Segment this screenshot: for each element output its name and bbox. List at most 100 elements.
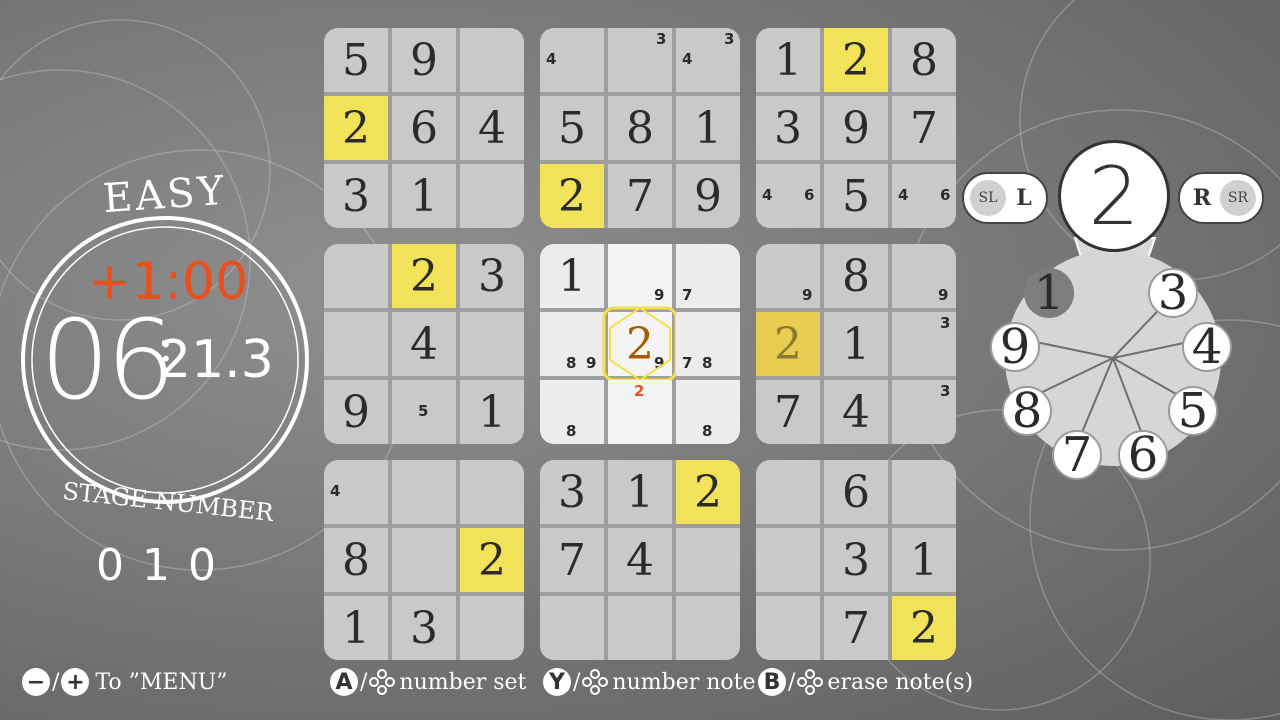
sudoku-cell[interactable] <box>460 460 524 524</box>
wheel-number-4[interactable]: 4 <box>1182 319 1232 375</box>
sudoku-cell[interactable]: 3 <box>892 312 956 376</box>
cell-value: 1 <box>626 466 654 518</box>
sudoku-cell[interactable] <box>676 528 740 592</box>
sudoku-cell[interactable] <box>392 460 456 524</box>
sudoku-cell[interactable] <box>540 596 604 660</box>
sudoku-cell[interactable] <box>460 596 524 660</box>
sudoku-cell[interactable]: 1 <box>540 244 604 308</box>
sudoku-cell[interactable]: 6 <box>824 460 888 524</box>
wheel-number-7[interactable]: 7 <box>1052 427 1102 483</box>
sudoku-cell[interactable] <box>756 460 820 524</box>
sudoku-cell[interactable]: 3 <box>392 596 456 660</box>
sudoku-cell[interactable]: 9 <box>824 96 888 160</box>
sudoku-cell[interactable]: 7 <box>608 164 672 228</box>
sudoku-cell[interactable]: 2 <box>756 312 820 376</box>
sudoku-cell[interactable]: 4 <box>824 380 888 444</box>
wheel-number-9[interactable]: 9 <box>990 319 1040 375</box>
sudoku-cell[interactable]: 7 <box>756 380 820 444</box>
number-note-hint[interactable]: Y / number note <box>543 662 756 702</box>
sudoku-cell[interactable]: 8 <box>540 380 604 444</box>
sudoku-cell[interactable]: 8 <box>676 380 740 444</box>
sudoku-cell[interactable]: 5 <box>324 28 388 92</box>
sudoku-cell[interactable]: 2 <box>392 244 456 308</box>
sudoku-cell[interactable]: 2 <box>676 460 740 524</box>
wheel-number-3[interactable]: 3 <box>1148 265 1198 321</box>
sudoku-cell[interactable]: 9 <box>324 380 388 444</box>
sudoku-cell[interactable]: 3 <box>824 528 888 592</box>
sudoku-cell[interactable]: 3 <box>540 460 604 524</box>
cell-note: 6 <box>940 186 951 204</box>
sudoku-cell[interactable]: 2 <box>324 96 388 160</box>
sudoku-cell[interactable]: 5 <box>392 380 456 444</box>
wheel-number-6[interactable]: 6 <box>1118 427 1168 483</box>
r-button[interactable]: R SR <box>1178 172 1264 224</box>
sudoku-cell[interactable]: 4 <box>540 28 604 92</box>
selected-number[interactable]: 2 <box>1058 140 1170 252</box>
sudoku-cell[interactable]: 1 <box>608 460 672 524</box>
sudoku-cell[interactable]: 8 <box>608 96 672 160</box>
sudoku-cell[interactable]: 7 <box>676 244 740 308</box>
wheel-number-1[interactable]: 1 <box>1024 265 1074 321</box>
sudoku-cell[interactable]: 2 <box>460 528 524 592</box>
sudoku-cell[interactable] <box>608 596 672 660</box>
sudoku-cell[interactable]: 1 <box>460 380 524 444</box>
sudoku-cell[interactable]: 5 <box>540 96 604 160</box>
selected-cell[interactable]: 29 <box>602 306 678 382</box>
sudoku-cell[interactable] <box>324 244 388 308</box>
sudoku-cell[interactable]: 3 <box>460 244 524 308</box>
sudoku-cell[interactable]: 3 <box>892 380 956 444</box>
sudoku-cell[interactable]: 1 <box>392 164 456 228</box>
sudoku-cell[interactable] <box>676 596 740 660</box>
sudoku-cell[interactable]: 3 <box>756 96 820 160</box>
sudoku-cell[interactable]: 89 <box>540 312 604 376</box>
sudoku-cell[interactable]: 7 <box>540 528 604 592</box>
sudoku-cell[interactable] <box>460 28 524 92</box>
sudoku-cell[interactable]: 9 <box>756 244 820 308</box>
sudoku-cell[interactable]: 1 <box>324 596 388 660</box>
sudoku-cell[interactable]: 4 <box>392 312 456 376</box>
sudoku-cell[interactable]: 3 <box>608 28 672 92</box>
sudoku-cell[interactable]: 1 <box>676 96 740 160</box>
sudoku-cell[interactable] <box>756 528 820 592</box>
sudoku-cell[interactable] <box>892 460 956 524</box>
menu-hint[interactable]: − / + To ”MENU” <box>22 662 228 702</box>
sudoku-cell[interactable]: 2 <box>892 596 956 660</box>
erase-hint[interactable]: B / erase note(s) <box>758 662 973 702</box>
sudoku-cell[interactable]: 5 <box>824 164 888 228</box>
sudoku-cell[interactable] <box>460 312 524 376</box>
sudoku-cell[interactable]: 2 <box>540 164 604 228</box>
sudoku-cell[interactable]: 6 <box>392 96 456 160</box>
sudoku-cell[interactable]: 4 <box>324 460 388 524</box>
sudoku-cell[interactable] <box>392 528 456 592</box>
sudoku-cell[interactable]: 1 <box>892 528 956 592</box>
sudoku-cell[interactable]: 7 <box>892 96 956 160</box>
sudoku-cell[interactable]: 8 <box>824 244 888 308</box>
sudoku-cell[interactable]: 4 <box>460 96 524 160</box>
sudoku-cell[interactable]: 7 <box>824 596 888 660</box>
wheel-number-8[interactable]: 8 <box>1002 383 1052 439</box>
wheel-number-5[interactable]: 5 <box>1168 383 1218 439</box>
sudoku-cell[interactable] <box>756 596 820 660</box>
sudoku-cell[interactable]: 46 <box>756 164 820 228</box>
sudoku-cell[interactable]: 9 <box>392 28 456 92</box>
sudoku-cell[interactable]: 46 <box>892 164 956 228</box>
cell-value: 6 <box>842 466 870 518</box>
sudoku-cell[interactable]: 2 <box>608 380 672 444</box>
cell-note: 2 <box>634 382 645 400</box>
sudoku-cell[interactable]: 9 <box>608 244 672 308</box>
sudoku-cell[interactable]: 78 <box>676 312 740 376</box>
sudoku-cell[interactable]: 9 <box>892 244 956 308</box>
sudoku-cell[interactable] <box>324 312 388 376</box>
sudoku-cell[interactable]: 43 <box>676 28 740 92</box>
sudoku-cell[interactable]: 2 <box>824 28 888 92</box>
l-button[interactable]: SL L <box>962 172 1048 224</box>
sudoku-cell[interactable] <box>460 164 524 228</box>
sudoku-cell[interactable]: 1 <box>824 312 888 376</box>
sudoku-cell[interactable]: 9 <box>676 164 740 228</box>
number-set-hint[interactable]: A / number set <box>330 662 526 702</box>
sudoku-cell[interactable]: 3 <box>324 164 388 228</box>
sudoku-cell[interactable]: 4 <box>608 528 672 592</box>
sudoku-cell[interactable]: 1 <box>756 28 820 92</box>
sudoku-cell[interactable]: 8 <box>892 28 956 92</box>
sudoku-cell[interactable]: 8 <box>324 528 388 592</box>
